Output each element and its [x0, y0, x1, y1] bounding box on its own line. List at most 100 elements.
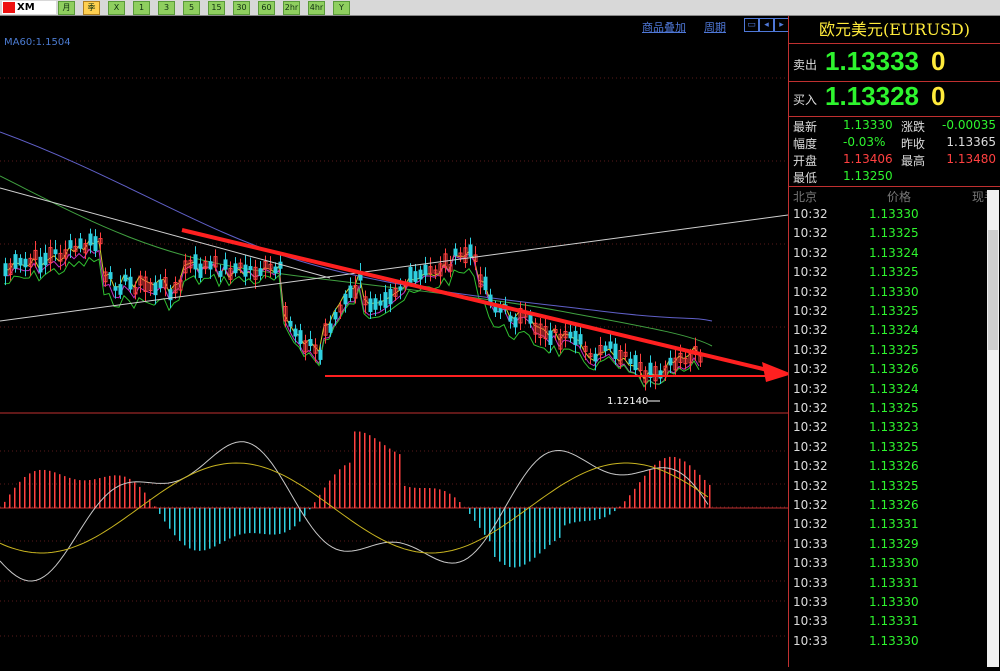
- macd-bar: [274, 508, 276, 535]
- buy-quote[interactable]: 买入 1.13328 0: [789, 79, 1000, 117]
- tick-row: 10:321.133260: [789, 362, 1000, 381]
- macd-bar: [639, 482, 641, 508]
- period-button[interactable]: 2hr: [283, 1, 300, 15]
- macd-bar: [484, 508, 486, 535]
- macd-bar: [399, 454, 401, 508]
- macd-bar: [594, 508, 596, 520]
- period-button[interactable]: 1: [133, 1, 150, 15]
- candle-body: [424, 265, 427, 275]
- tick-time: 10:32: [793, 479, 828, 493]
- period-button[interactable]: 4hr: [308, 1, 325, 15]
- candle-body: [19, 258, 22, 265]
- macd-bar: [614, 508, 616, 511]
- macd-bar: [644, 476, 646, 508]
- macd-bar: [304, 508, 306, 516]
- macd-bar: [64, 476, 66, 508]
- period-button[interactable]: 月: [58, 1, 75, 15]
- tick-scrollbar[interactable]: [987, 190, 999, 667]
- candle-body: [114, 287, 117, 290]
- tick-row: 10:321.133240: [789, 323, 1000, 342]
- candle-body: [14, 255, 17, 269]
- period-button[interactable]: 5: [183, 1, 200, 15]
- tick-row: 10:331.133310: [789, 614, 1000, 633]
- period-button[interactable]: Y: [333, 1, 350, 15]
- stats-row: 最新1.13330涨跌-0.00035: [789, 118, 1000, 135]
- tick-time: 10:32: [793, 246, 828, 260]
- candle-body: [159, 280, 162, 287]
- macd-bar: [104, 477, 106, 508]
- tick-price: 1.13330: [869, 285, 919, 299]
- macd-bar: [39, 470, 41, 508]
- candle-body: [399, 287, 402, 290]
- header-time: 北京: [793, 188, 817, 205]
- candle-body: [614, 344, 617, 358]
- scrollbar-thumb[interactable]: [988, 230, 998, 350]
- macd-bar: [119, 476, 121, 508]
- tick-time: 10:33: [793, 537, 828, 551]
- candle-body: [259, 269, 262, 276]
- tick-time: 10:33: [793, 556, 828, 570]
- macd-bar: [289, 508, 291, 530]
- stats-table: 最新1.13330涨跌-0.00035幅度-0.03%昨收1.13365开盘1.…: [789, 116, 1000, 187]
- candle-body: [634, 356, 637, 370]
- macd-bar: [654, 465, 656, 508]
- macd-bar: [689, 465, 691, 508]
- sell-quote[interactable]: 卖出 1.13333 0: [789, 44, 1000, 82]
- macd-bar: [329, 481, 331, 508]
- macd-bar: [249, 508, 251, 533]
- period-link[interactable]: 周期: [704, 19, 726, 35]
- stats-row: 幅度-0.03%昨收1.13365: [789, 135, 1000, 152]
- tick-row: 10:331.133300: [789, 556, 1000, 575]
- tick-price: 1.13330: [869, 595, 919, 609]
- stat-k1: 幅度: [793, 135, 817, 152]
- trend-line-white: [0, 215, 788, 321]
- macd-bar: [554, 508, 556, 541]
- macd-bar: [684, 461, 686, 508]
- candle-body: [594, 354, 597, 361]
- candle-body: [154, 283, 157, 295]
- macd-bar: [134, 482, 136, 508]
- macd-bar: [624, 501, 626, 508]
- period-button[interactable]: 60: [258, 1, 275, 15]
- chart-area[interactable]: 1.12140: [0, 16, 788, 667]
- candle-body: [209, 262, 212, 269]
- macd-bar: [599, 508, 601, 519]
- sell-price-tail: 0: [931, 46, 945, 77]
- candlestick-chart[interactable]: 1.12140: [0, 16, 788, 667]
- macd-bar: [579, 508, 581, 522]
- stat-k2: 最高: [901, 152, 925, 169]
- macd-bar: [529, 508, 531, 562]
- period-button[interactable]: 3: [158, 1, 175, 15]
- stat-k1: 最低: [793, 169, 817, 186]
- macd-bar: [674, 457, 676, 508]
- candle-body: [94, 237, 97, 251]
- stat-k2: 昨收: [901, 135, 925, 152]
- quote-panel: 欧元美元(EURUSD) 卖出 1.13333 0 买入 1.13328 0 最…: [788, 16, 1000, 667]
- zoom-in-icon[interactable]: ▭: [744, 18, 759, 32]
- stat-v2: 1.13365: [946, 135, 996, 149]
- low-marker-text: 1.12140: [607, 396, 648, 407]
- tick-price: 1.13326: [869, 362, 919, 376]
- macd-bar: [589, 508, 591, 521]
- period-button[interactable]: 30: [233, 1, 250, 15]
- candle-body: [579, 335, 582, 344]
- tick-row: 10:321.133250: [789, 304, 1000, 323]
- candle-body: [109, 273, 112, 279]
- macd-bar: [29, 473, 31, 508]
- period-button[interactable]: 季: [83, 1, 100, 15]
- macd-bar: [259, 508, 261, 534]
- candle-body: [414, 272, 417, 282]
- macd-bar: [419, 488, 421, 508]
- scroll-right-icon[interactable]: ▸: [774, 18, 789, 32]
- period-button[interactable]: 15: [208, 1, 225, 15]
- period-button[interactable]: X: [108, 1, 125, 15]
- overlay-link[interactable]: 商品叠加: [642, 19, 686, 35]
- scroll-left-icon[interactable]: ◂: [759, 18, 774, 32]
- tick-price: 1.13324: [869, 246, 919, 260]
- candle-body: [629, 359, 632, 363]
- macd-bar: [404, 486, 406, 508]
- candle-body: [274, 267, 277, 273]
- macd-bar: [669, 457, 671, 508]
- tick-price: 1.13325: [869, 343, 919, 357]
- candle-body: [299, 331, 302, 344]
